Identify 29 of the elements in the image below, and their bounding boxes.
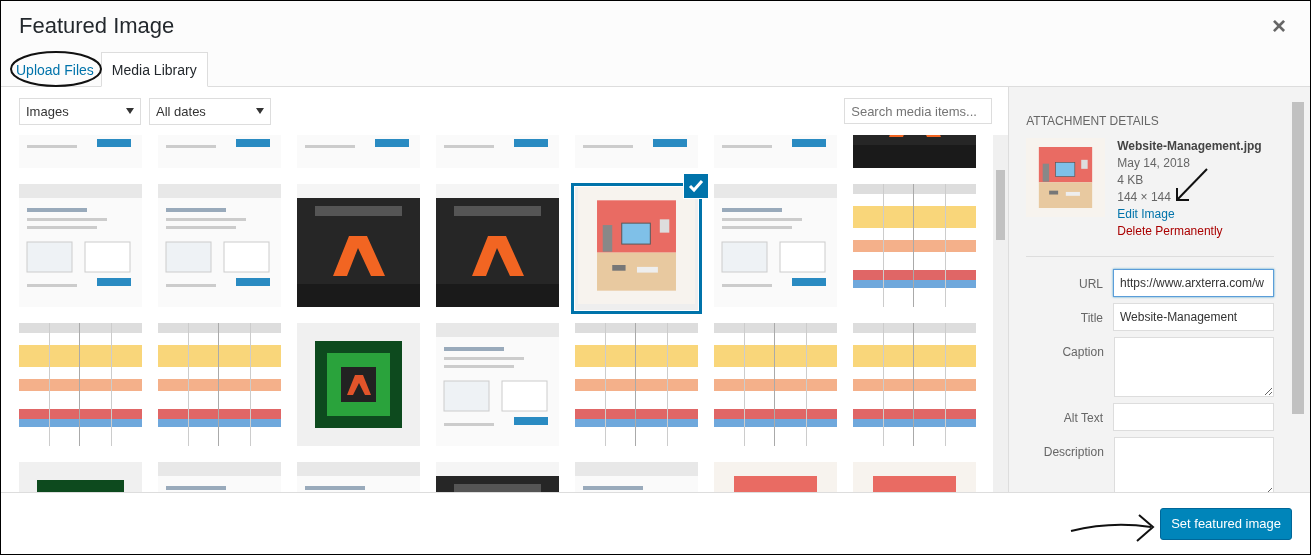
edit-image-link[interactable]: Edit Image — [1117, 206, 1175, 223]
scrollbar[interactable] — [1292, 102, 1304, 414]
input-field[interactable]: Website-Management — [1113, 303, 1274, 331]
field-label: Caption — [1061, 344, 1104, 359]
input-field[interactable]: https://www.arxterra.com/w — [1113, 269, 1274, 297]
file-name: Website-Management.jpg — [1117, 138, 1262, 155]
scrollbar[interactable] — [993, 135, 1009, 492]
window-title: Featured Image — [19, 13, 175, 39]
close-button[interactable]: × — [1266, 12, 1292, 40]
caret-icon — [256, 108, 264, 114]
caret-icon — [126, 108, 134, 114]
field-label: Description — [1042, 444, 1104, 459]
checkmark-icon[interactable] — [684, 174, 708, 198]
arrow-annotation — [1176, 168, 1208, 201]
file-size: 4 KB — [1117, 172, 1144, 189]
delete-link[interactable]: Delete Permanently — [1117, 223, 1223, 240]
field-label: URL — [1078, 276, 1103, 291]
upload-date: May 14, 2018 — [1117, 155, 1190, 172]
tab[interactable]: Upload Files — [9, 52, 101, 87]
input-field[interactable] — [1113, 403, 1274, 431]
filter-dropdown[interactable]: Images — [19, 97, 141, 125]
field-label: Title — [1079, 310, 1103, 325]
search-field[interactable]: Search media items... — [844, 98, 993, 124]
field-label: Alt Text — [1062, 410, 1103, 425]
filter-dropdown[interactable]: All dates — [149, 97, 271, 125]
section-heading: ATTACHMENT DETAILS — [1026, 114, 1160, 128]
image-dimensions: 144 × 144 — [1117, 189, 1171, 206]
set-featured-image-button[interactable]: Set featured image — [1160, 507, 1292, 540]
tab[interactable]: Media Library — [100, 52, 208, 87]
